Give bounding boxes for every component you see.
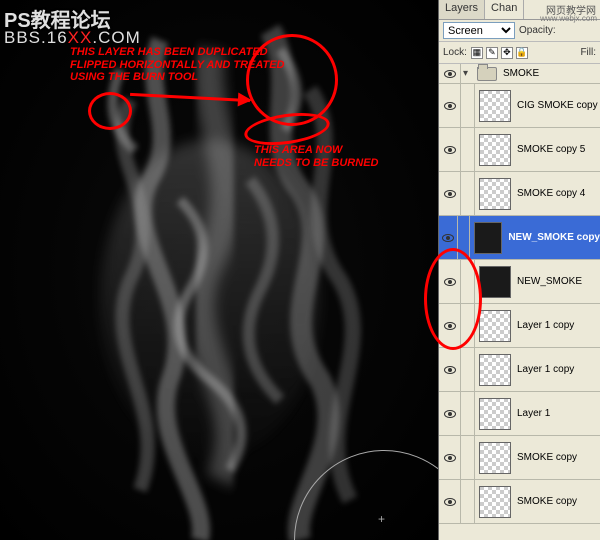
bbs-num: XX <box>68 28 93 47</box>
layer-row[interactable]: NEW_SMOKE <box>439 260 600 304</box>
bbs-suf: .COM <box>92 28 140 47</box>
layer-thumbnail[interactable] <box>479 398 511 430</box>
eye-icon <box>444 454 456 462</box>
link-column[interactable] <box>461 128 475 171</box>
layer-row[interactable]: SMOKE copy <box>439 436 600 480</box>
layers-list: ▾ SMOKE CIG SMOKE copy SMOKE copy 5 SMOK… <box>439 64 600 540</box>
tab-channels[interactable]: Chan <box>485 0 524 19</box>
layer-thumbnail[interactable] <box>479 354 511 386</box>
layer-thumbnail[interactable] <box>474 222 502 254</box>
layer-row[interactable]: NEW_SMOKE copy <box>439 216 600 260</box>
layer-name-label[interactable]: SMOKE copy 5 <box>517 144 585 155</box>
blend-opacity-row: Screen Opacity: <box>439 20 600 42</box>
annotation-circle-right <box>246 34 338 126</box>
layer-thumbnail[interactable] <box>479 178 511 210</box>
visibility-toggle[interactable] <box>439 128 461 171</box>
link-column[interactable] <box>461 480 475 523</box>
visibility-toggle[interactable] <box>439 304 461 347</box>
eye-icon <box>444 366 456 374</box>
layer-name-label[interactable]: SMOKE copy <box>517 496 577 507</box>
anno2-line1: THIS AREA NOW <box>254 144 378 157</box>
visibility-toggle[interactable] <box>439 348 461 391</box>
layer-thumbnail[interactable] <box>479 442 511 474</box>
annotation-burn-note: THIS AREA NOW NEEDS TO BE BURNED <box>254 144 378 169</box>
canvas-viewport[interactable]: PS教程论坛 BBS.16XX.COM THIS LAYER HAS BEEN … <box>0 0 438 540</box>
link-column[interactable] <box>461 304 475 347</box>
layer-row[interactable]: Layer 1 copy <box>439 348 600 392</box>
layer-thumbnail[interactable] <box>479 486 511 518</box>
visibility-toggle[interactable] <box>439 260 461 303</box>
link-column[interactable] <box>461 392 475 435</box>
brush-cursor-cross: + <box>378 512 385 526</box>
layer-row[interactable]: Layer 1 <box>439 392 600 436</box>
chevron-down-icon[interactable]: ▾ <box>463 68 473 79</box>
layer-name-label[interactable]: Layer 1 copy <box>517 364 574 375</box>
layer-row[interactable]: SMOKE copy 4 <box>439 172 600 216</box>
visibility-toggle[interactable] <box>439 480 461 523</box>
link-column[interactable] <box>461 348 475 391</box>
link-column[interactable] <box>461 260 475 303</box>
visibility-toggle[interactable] <box>439 436 461 479</box>
lock-label: Lock: <box>443 47 467 58</box>
layer-row[interactable]: SMOKE copy 5 <box>439 128 600 172</box>
layer-row[interactable]: Layer 1 copy <box>439 304 600 348</box>
visibility-toggle[interactable] <box>439 84 461 127</box>
layer-row[interactable]: CIG SMOKE copy <box>439 84 600 128</box>
link-column[interactable] <box>461 172 475 215</box>
layer-thumbnail[interactable] <box>479 134 511 166</box>
lock-icons: ▦ ✎ ✥ 🔒 <box>471 47 528 59</box>
anno2-line2: NEEDS TO BE BURNED <box>254 157 378 170</box>
layer-name-label[interactable]: CIG SMOKE copy <box>517 100 598 111</box>
link-column[interactable] <box>461 436 475 479</box>
site-watermark-url: www.webjx.com <box>540 14 597 23</box>
lock-position-icon[interactable]: ✥ <box>501 47 513 59</box>
eye-icon <box>444 498 456 506</box>
visibility-toggle[interactable] <box>439 216 458 259</box>
lock-transparency-icon[interactable]: ▦ <box>471 47 483 59</box>
lock-fill-row: Lock: ▦ ✎ ✥ 🔒 Fill: <box>439 42 600 64</box>
blend-mode-select[interactable]: Screen <box>443 22 515 39</box>
watermark-bbs: BBS.16XX.COM <box>4 28 141 48</box>
link-column[interactable] <box>458 216 470 259</box>
eye-icon <box>444 70 456 78</box>
layer-name-label[interactable]: SMOKE copy <box>517 452 577 463</box>
eye-icon <box>444 190 456 198</box>
layer-group-row[interactable]: ▾ SMOKE <box>439 64 600 84</box>
eye-icon <box>442 234 454 242</box>
lock-all-icon[interactable]: 🔒 <box>516 47 528 59</box>
fill-label: Fill: <box>580 47 596 58</box>
layers-panel: 网页教学网 www.webjx.com Layers Chan Screen O… <box>438 0 600 540</box>
eye-icon <box>444 322 456 330</box>
visibility-toggle[interactable] <box>439 172 461 215</box>
visibility-toggle[interactable] <box>439 392 461 435</box>
layer-group-name[interactable]: SMOKE <box>503 68 539 79</box>
layer-name-label[interactable]: Layer 1 <box>517 408 550 419</box>
layer-name-label[interactable]: NEW_SMOKE <box>517 276 582 287</box>
bbs-pre: BBS.16 <box>4 28 68 47</box>
layer-thumbnail[interactable] <box>479 266 511 298</box>
link-column[interactable] <box>461 84 475 127</box>
eye-icon <box>444 410 456 418</box>
layer-name-label[interactable]: NEW_SMOKE copy <box>508 232 600 243</box>
eye-icon <box>444 146 456 154</box>
tab-layers[interactable]: Layers <box>439 0 485 19</box>
visibility-toggle[interactable] <box>439 64 461 83</box>
layer-name-label[interactable]: Layer 1 copy <box>517 320 574 331</box>
layer-thumbnail[interactable] <box>479 90 511 122</box>
layer-thumbnail[interactable] <box>479 310 511 342</box>
eye-icon <box>444 102 456 110</box>
layer-name-label[interactable]: SMOKE copy 4 <box>517 188 585 199</box>
layer-row[interactable]: SMOKE copy <box>439 480 600 524</box>
lock-pixels-icon[interactable]: ✎ <box>486 47 498 59</box>
eye-icon <box>444 278 456 286</box>
opacity-label: Opacity: <box>519 25 556 36</box>
annotation-circle-left <box>88 92 132 130</box>
folder-icon <box>477 67 497 81</box>
